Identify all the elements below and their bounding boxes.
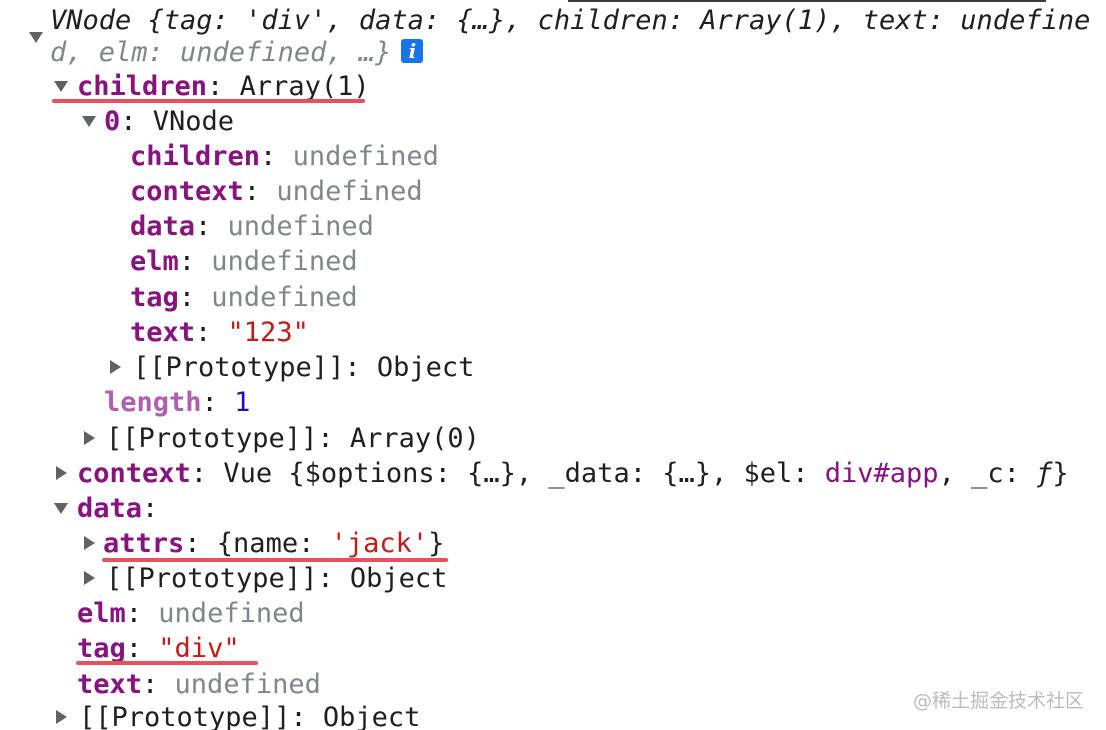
expand-triangle-icon[interactable] — [54, 503, 68, 514]
summary-text-1: VNode {tag: 'div', data: {…}, children: … — [50, 5, 1091, 36]
function-glyph: ƒ — [1036, 458, 1053, 489]
property-key: attrs — [103, 528, 185, 559]
collapse-triangle-icon[interactable] — [84, 571, 95, 585]
property-value: Array(0) — [349, 423, 480, 454]
el-value: div#app — [824, 458, 939, 489]
collapse-triangle-icon[interactable] — [84, 536, 95, 550]
property-key: 0 — [104, 106, 121, 137]
property-tag[interactable]: tag: undefined — [130, 281, 358, 315]
property-value: undefined — [158, 598, 305, 629]
property-elm[interactable]: elm: undefined — [77, 597, 305, 631]
property-elm[interactable]: elm: undefined — [130, 245, 358, 279]
property-context[interactable]: context: Vue {$options: {…}, _data: {…},… — [77, 457, 1069, 491]
collapse-triangle-icon[interactable] — [56, 710, 67, 724]
property-context[interactable]: context: undefined — [130, 175, 423, 209]
property-length[interactable]: length: 1 — [104, 386, 250, 420]
previous-row-underline — [568, 0, 1046, 2]
property-key: [[Prototype]] — [79, 702, 291, 730]
property-children[interactable]: children: undefined — [130, 140, 439, 174]
property-key: data — [77, 493, 143, 524]
collapse-triangle-icon[interactable] — [84, 431, 95, 445]
property-key: elm — [77, 598, 126, 629]
property-value: Object — [349, 563, 448, 594]
property-key: length — [104, 387, 202, 418]
property-attrs[interactable]: attrs: {name: 'jack'} — [103, 527, 444, 561]
expand-triangle-icon[interactable] — [29, 32, 43, 43]
collapse-triangle-icon[interactable] — [110, 360, 121, 374]
property-value: undefined — [174, 669, 321, 700]
property-prototype[interactable]: [[Prototype]]: Object — [133, 351, 474, 385]
expand-triangle-icon[interactable] — [82, 116, 96, 127]
property-prototype[interactable]: [[Prototype]]: Object — [106, 562, 447, 596]
summary-text-2: d, elm: undefined, …} — [50, 37, 392, 68]
property-value: undefined — [211, 282, 358, 313]
property-value: "div" — [158, 633, 240, 664]
property-key: text — [130, 317, 196, 348]
attrs-name-value: 'jack' — [330, 528, 429, 559]
property-value: Object — [322, 702, 421, 730]
property-value: undefined — [211, 246, 358, 277]
vnode-summary-line-1[interactable]: VNode {tag: 'div', data: {…}, children: … — [50, 4, 1090, 38]
watermark: @稀土掘金技术社区 — [912, 690, 1084, 712]
highlight-underline — [76, 661, 258, 665]
array-item-0[interactable]: 0: VNode — [104, 105, 234, 139]
property-data[interactable]: data: undefined — [130, 210, 374, 244]
expand-triangle-icon[interactable] — [54, 81, 68, 92]
property-key: children — [77, 71, 208, 102]
property-key: [[Prototype]] — [106, 563, 318, 594]
property-text[interactable]: text: undefined — [77, 668, 321, 702]
property-key: tag — [130, 282, 179, 313]
property-key: text — [77, 669, 143, 700]
property-value: 1 — [234, 387, 251, 418]
property-key: [[Prototype]] — [133, 352, 345, 383]
property-prototype[interactable]: [[Prototype]]: Object — [79, 701, 420, 730]
property-key: [[Prototype]] — [106, 423, 318, 454]
property-key: elm — [130, 246, 179, 277]
property-key: children — [130, 141, 261, 172]
property-value: undefined — [227, 211, 374, 242]
property-key: context — [77, 458, 191, 489]
property-value: Object — [376, 352, 475, 383]
property-value: "123" — [227, 317, 309, 348]
property-key: tag — [77, 633, 126, 664]
property-data[interactable]: data: — [77, 492, 158, 526]
property-value: Array(1) — [239, 71, 370, 102]
property-key: context — [130, 176, 244, 207]
property-value: VNode — [152, 106, 235, 137]
property-key: data — [130, 211, 196, 242]
highlight-underline — [52, 99, 365, 103]
property-value: undefined — [276, 176, 423, 207]
info-icon[interactable]: i — [401, 39, 424, 63]
property-value: undefined — [292, 141, 439, 172]
property-text[interactable]: text: "123" — [130, 316, 309, 350]
property-prototype[interactable]: [[Prototype]]: Array(0) — [106, 422, 480, 456]
vnode-summary-line-2[interactable]: d, elm: undefined, …} i — [50, 36, 424, 70]
collapse-triangle-icon[interactable] — [56, 466, 67, 480]
